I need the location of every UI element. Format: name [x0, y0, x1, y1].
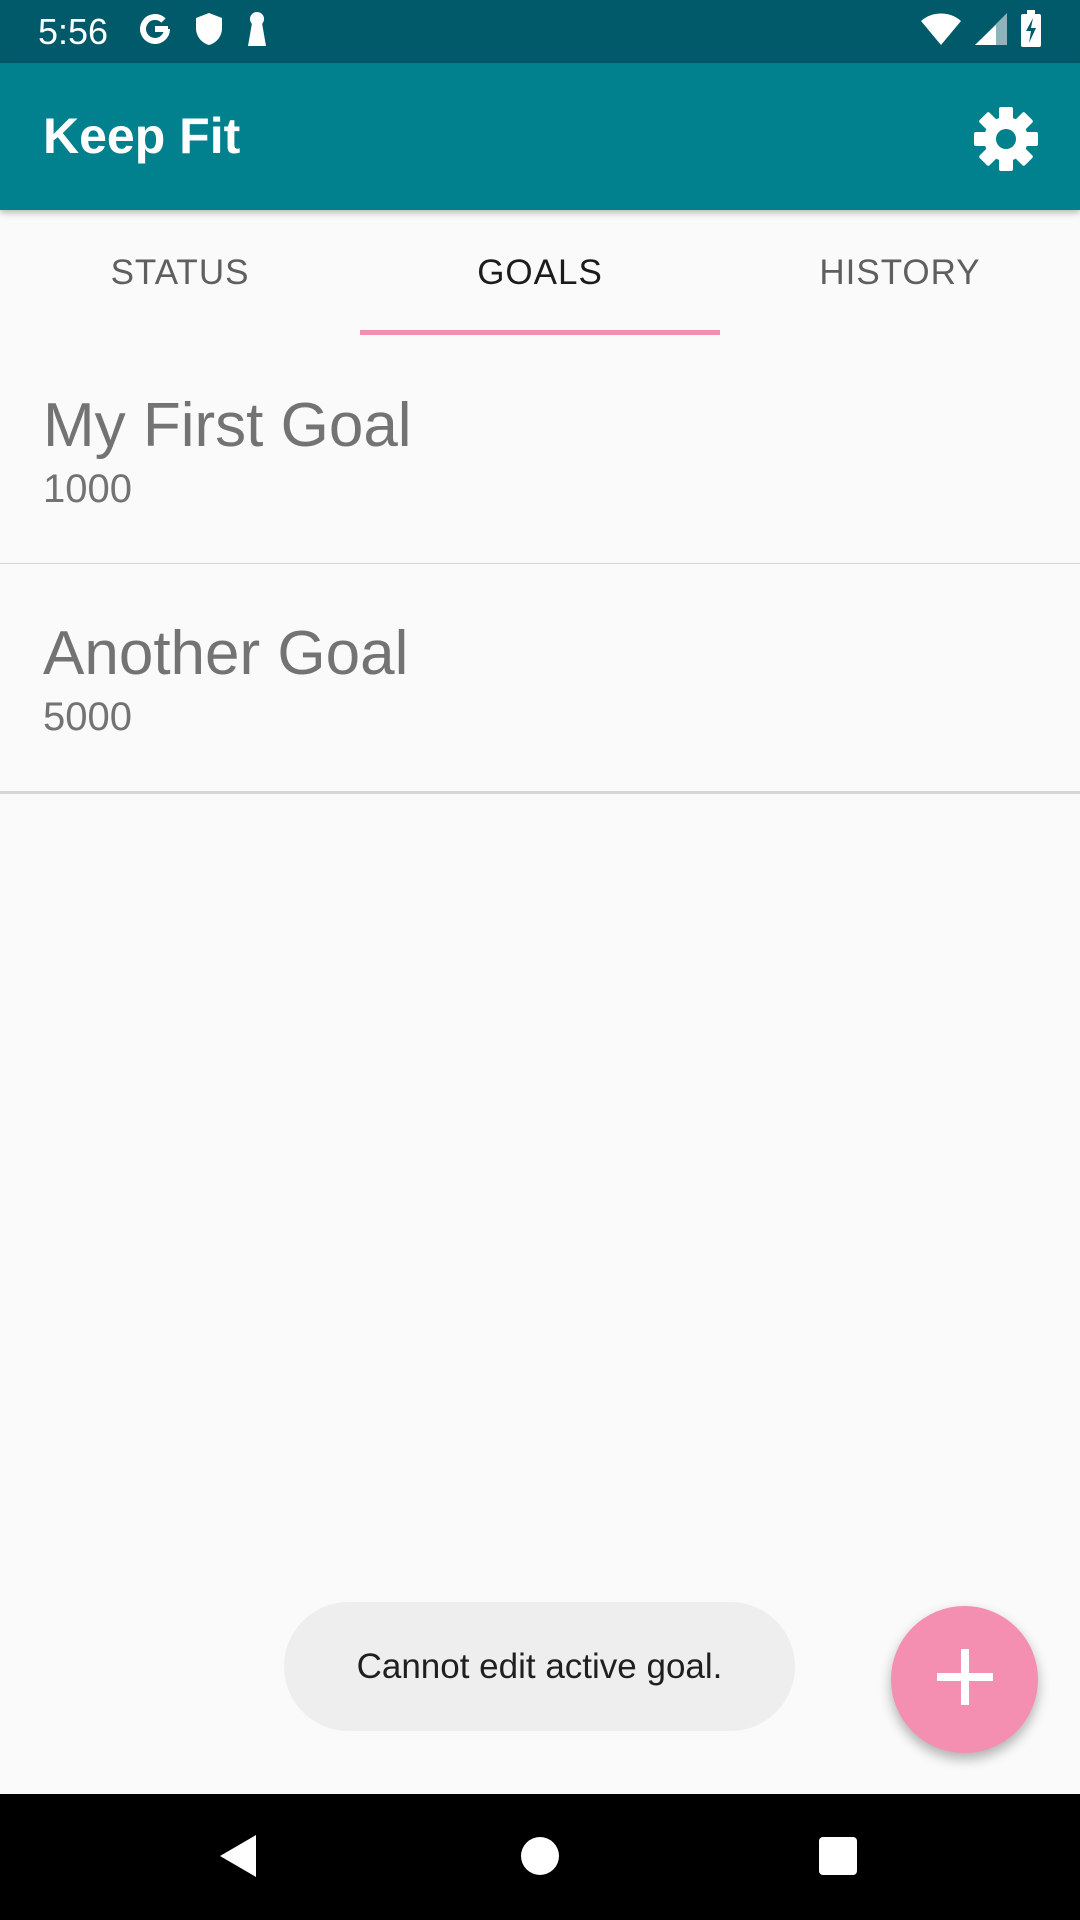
add-goal-button[interactable] [891, 1606, 1038, 1753]
status-time: 5:56 [38, 11, 109, 52]
home-button[interactable] [500, 1818, 580, 1898]
battery-charging-icon [1020, 9, 1042, 53]
shield-icon [195, 12, 223, 51]
cell-signal-icon [974, 12, 1008, 51]
settings-button[interactable] [962, 97, 1050, 185]
wifi-icon [920, 12, 962, 51]
tab-indicator [360, 330, 720, 335]
tab-history[interactable]: HISTORY [720, 210, 1080, 336]
toast-message: Cannot edit active goal. [284, 1602, 795, 1731]
tab-bar: STATUS GOALS HISTORY [0, 210, 1080, 336]
goal-name: Another Goal [43, 619, 409, 688]
keyhole-icon [245, 11, 269, 52]
recents-button[interactable] [798, 1818, 878, 1898]
app-bar: Keep Fit [0, 63, 1080, 210]
back-icon [216, 1832, 260, 1885]
status-bar: 5:56 [0, 0, 1080, 63]
list-item[interactable]: Another Goal 5000 [0, 564, 1080, 794]
gear-icon [972, 105, 1040, 178]
recents-icon [817, 1835, 859, 1882]
tab-status[interactable]: STATUS [0, 210, 360, 336]
app-title: Keep Fit [43, 108, 241, 164]
goal-name: My First Goal [43, 391, 412, 460]
home-icon [519, 1835, 561, 1882]
plus-icon [935, 1647, 995, 1712]
goal-value: 5000 [43, 695, 132, 739]
goal-value: 1000 [43, 467, 132, 511]
tab-goals[interactable]: GOALS [360, 210, 720, 336]
status-notification-icons [137, 11, 269, 51]
back-button[interactable] [198, 1818, 278, 1898]
status-system-icons [920, 9, 1042, 53]
google-icon [137, 11, 173, 52]
navigation-bar [0, 1794, 1080, 1920]
list-item[interactable]: My First Goal 1000 [0, 336, 1080, 566]
